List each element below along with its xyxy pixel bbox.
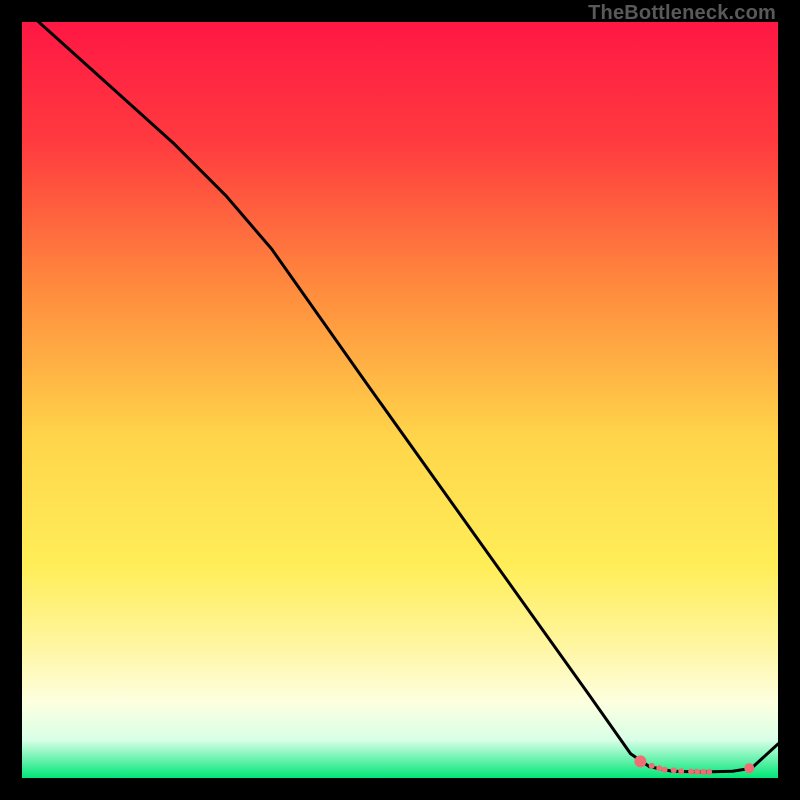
chart-frame: TheBottleneck.com	[0, 0, 800, 800]
chart-plot	[22, 22, 778, 778]
valley-right-dot	[744, 763, 754, 773]
valley-dash-2d	[706, 769, 712, 775]
watermark-text: TheBottleneck.com	[588, 2, 776, 25]
valley-dash-2c	[700, 769, 706, 775]
valley-dash-1a	[656, 765, 662, 771]
valley-dash-2b	[694, 769, 700, 775]
gradient-background	[22, 22, 778, 778]
valley-left-end	[634, 755, 646, 767]
valley-dot-3	[678, 768, 684, 774]
valley-dash-2a	[688, 769, 694, 775]
valley-dash-1b	[662, 767, 668, 773]
valley-dot-1	[649, 763, 655, 769]
valley-dot-2	[671, 767, 677, 773]
